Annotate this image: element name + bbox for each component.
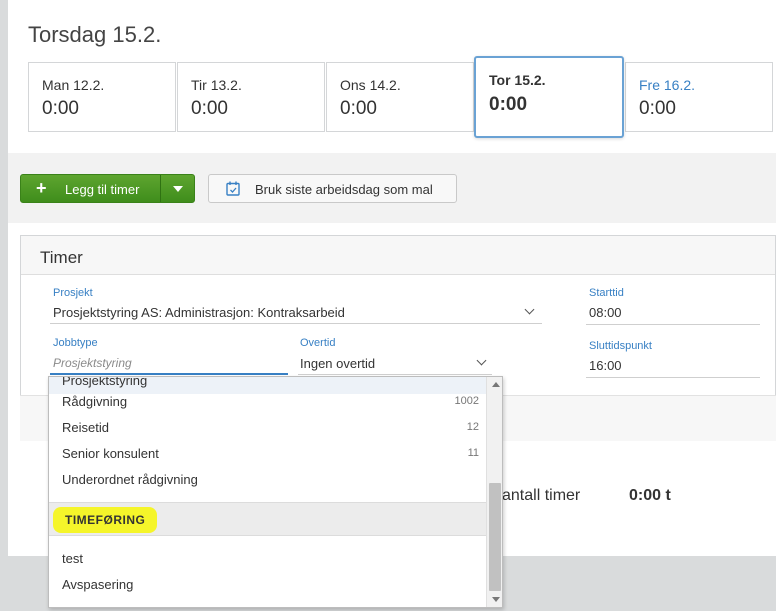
- starttid-label: Starttid: [589, 287, 624, 299]
- day-label: Fre 16.2.: [639, 77, 696, 93]
- scroll-down-icon[interactable]: [492, 597, 500, 602]
- overtid-underline: [298, 374, 492, 375]
- panel-title: Timer: [40, 248, 83, 267]
- day-hours: 0:00: [340, 98, 377, 119]
- add-hours-button[interactable]: + Legg til timer: [20, 174, 195, 203]
- option-label: Rådgivning: [62, 394, 128, 409]
- scrollbar-thumb[interactable]: [489, 483, 501, 591]
- option-label: Underordnet rådgivning: [62, 472, 198, 487]
- option-count: 1002: [454, 395, 479, 407]
- day-label: Man 12.2.: [42, 77, 105, 93]
- jobbtype-dropdown: Prosjektstyring Rådgivning 1002 Reisetid…: [48, 376, 503, 608]
- day-tab-wed[interactable]: Ons 14.2. 0:00: [326, 62, 474, 132]
- add-hours-label: Legg til timer: [65, 182, 140, 197]
- day-selector: Man 12.2. 0:00 Tir 13.2. 0:00 Ons 14.2. …: [28, 56, 776, 138]
- panel-header: Timer: [21, 236, 775, 275]
- use-template-label: Bruk siste arbeidsdag som mal: [255, 182, 433, 197]
- use-template-button[interactable]: Bruk siste arbeidsdag som mal: [208, 174, 457, 203]
- sluttid-underline: [586, 377, 760, 378]
- page-title: Torsdag 15.2.: [28, 22, 162, 47]
- option-label: Senior konsulent: [62, 446, 159, 461]
- day-hours: 0:00: [191, 98, 228, 119]
- jobbtype-label: Jobbtype: [53, 337, 98, 349]
- day-tab-thu-selected[interactable]: Tor 15.2. 0:00: [474, 56, 624, 138]
- overtid-value: Ingen overtid: [300, 356, 376, 371]
- day-tab-fri[interactable]: Fre 16.2. 0:00: [625, 62, 773, 132]
- starttid-underline: [586, 324, 760, 325]
- total-hours-value: 0:00 t: [629, 487, 671, 504]
- prosjekt-value: Prosjektstyring AS: Administrasjon: Kont…: [53, 305, 345, 320]
- day-tab-tue[interactable]: Tir 13.2. 0:00: [177, 62, 325, 132]
- dropdown-option[interactable]: Underordnet rådgivning: [49, 467, 486, 493]
- overtid-label: Overtid: [300, 337, 336, 349]
- day-label: Tor 15.2.: [489, 72, 546, 88]
- sluttid-value: 16:00: [589, 358, 622, 373]
- dropdown-option[interactable]: Rådgivning 1002: [49, 389, 486, 415]
- scroll-up-icon[interactable]: [492, 382, 500, 387]
- caret-down-icon[interactable]: [173, 186, 183, 192]
- option-count: 12: [466, 421, 479, 433]
- option-label: Avspasering: [62, 577, 134, 592]
- starttid-value: 08:00: [589, 305, 622, 320]
- dropdown-option[interactable]: test: [49, 546, 486, 572]
- sluttid-label: Sluttidspunkt: [589, 340, 652, 352]
- option-label: test: [62, 551, 83, 566]
- group-label: TIMEFØRING: [53, 507, 158, 533]
- option-label: Prosjektstyring: [62, 376, 148, 388]
- day-label: Ons 14.2.: [340, 77, 401, 93]
- dropdown-group-header: TIMEFØRING: [49, 502, 486, 536]
- day-hours: 0:00: [489, 94, 528, 115]
- calendar-icon: [226, 181, 240, 196]
- day-label: Tir 13.2.: [191, 77, 242, 93]
- day-tab-mon[interactable]: Man 12.2. 0:00: [28, 62, 176, 132]
- dropdown-scrollbar[interactable]: [486, 377, 502, 607]
- jobbtype-underline: [50, 373, 288, 375]
- day-hours: 0:00: [42, 98, 79, 119]
- day-hours: 0:00: [639, 98, 676, 119]
- plus-icon: +: [36, 178, 47, 198]
- dropdown-option[interactable]: Senior konsulent 11: [49, 441, 486, 467]
- option-label: Reisetid: [62, 420, 109, 435]
- jobbtype-placeholder: Prosjektstyring: [53, 356, 132, 370]
- prosjekt-label: Prosjekt: [53, 287, 93, 299]
- total-hours-label: antall timer: [502, 487, 581, 504]
- option-count: 11: [467, 447, 479, 459]
- prosjekt-underline: [50, 323, 542, 324]
- split-divider: [160, 175, 161, 202]
- dropdown-option[interactable]: Avspasering: [49, 572, 486, 598]
- dropdown-option[interactable]: Reisetid 12: [49, 415, 486, 441]
